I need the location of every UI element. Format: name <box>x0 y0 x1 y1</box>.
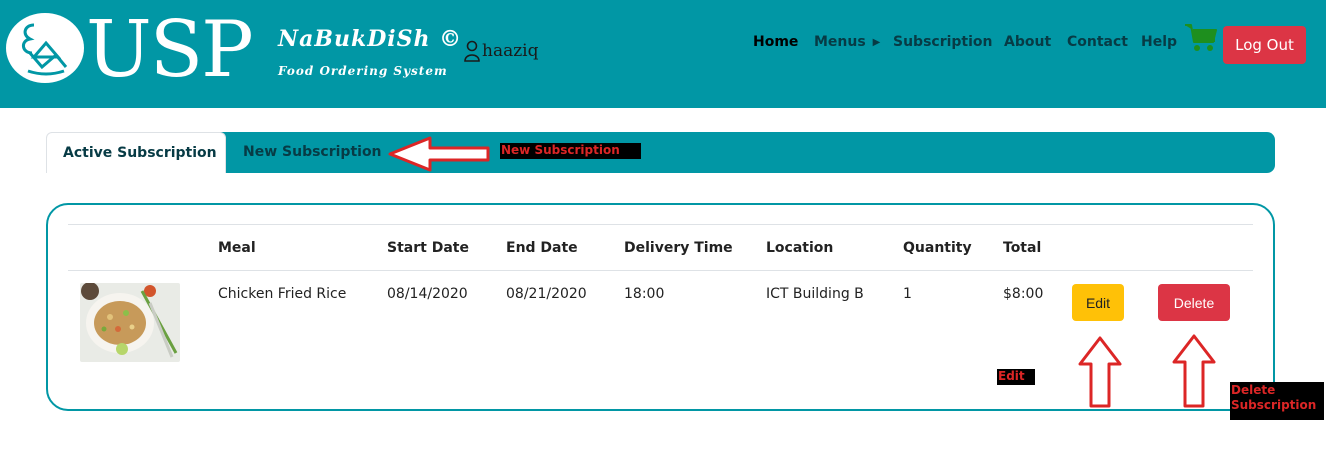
col-header-start-date: Start Date <box>387 240 469 256</box>
cell-meal: Chicken Fried Rice <box>218 286 347 302</box>
annotation-arrow-up-delete <box>1172 334 1216 408</box>
logout-button[interactable]: Log Out <box>1223 26 1306 64</box>
user-menu[interactable]: haaziq <box>464 40 539 62</box>
cell-quantity: 1 <box>903 286 912 302</box>
table-header-rule <box>68 270 1253 271</box>
brand-title: NaBukDiSh © <box>278 26 463 52</box>
cell-total: $8:00 <box>1003 286 1044 302</box>
nav-menus-label: Menus <box>814 34 866 50</box>
username: haaziq <box>482 41 539 61</box>
usp-logo-icon <box>22 23 68 76</box>
cart-button[interactable] <box>1184 22 1218 58</box>
col-header-meal: Meal <box>218 240 256 256</box>
cell-location: ICT Building B <box>766 286 864 302</box>
tab-active-subscription[interactable]: Active Subscription <box>46 132 226 173</box>
logo-text: USP <box>86 5 254 95</box>
top-navbar: USP NaBukDiSh © Food Ordering System haa… <box>0 0 1326 108</box>
usp-logo-badge <box>6 13 84 83</box>
col-header-total: Total <box>1003 240 1042 256</box>
brand-subtitle: Food Ordering System <box>278 64 448 78</box>
nav-home[interactable]: Home <box>753 34 798 50</box>
nav-subscription[interactable]: Subscription <box>893 34 993 50</box>
table-top-rule <box>68 224 1253 225</box>
tab-new-subscription[interactable]: New Subscription <box>243 144 382 160</box>
col-header-end-date: End Date <box>506 240 578 256</box>
delete-button[interactable]: Delete <box>1158 284 1230 321</box>
nav-menus[interactable]: Menus ▶ <box>814 34 881 50</box>
nav-contact[interactable]: Contact <box>1067 34 1128 50</box>
annotation-new-subscription: New Subscription <box>500 143 641 159</box>
annotation-delete-subscription: Delete Subscription <box>1230 382 1324 420</box>
nav-help[interactable]: Help <box>1141 34 1177 50</box>
col-header-location: Location <box>766 240 834 256</box>
annotation-edit: Edit <box>997 369 1035 385</box>
edit-button[interactable]: Edit <box>1072 284 1124 321</box>
nav-about[interactable]: About <box>1004 34 1051 50</box>
col-header-quantity: Quantity <box>903 240 972 256</box>
user-icon <box>464 40 480 62</box>
annotation-arrow-left <box>388 136 490 172</box>
cell-end-date: 08/21/2020 <box>506 286 587 302</box>
tab-active-label: Active Subscription <box>63 145 217 161</box>
annotation-delete-line1: Delete <box>1231 383 1276 397</box>
shopping-cart-icon <box>1185 24 1217 51</box>
col-header-delivery-time: Delivery Time <box>624 240 733 256</box>
caret-right-icon: ▶ <box>872 37 881 48</box>
annotation-arrow-up-edit <box>1078 336 1122 408</box>
tab-bar <box>46 132 1275 173</box>
annotation-delete-line2: Subscription <box>1231 398 1317 412</box>
cell-delivery-time: 18:00 <box>624 286 665 302</box>
cell-start-date: 08/14/2020 <box>387 286 468 302</box>
meal-thumbnail <box>80 283 180 362</box>
